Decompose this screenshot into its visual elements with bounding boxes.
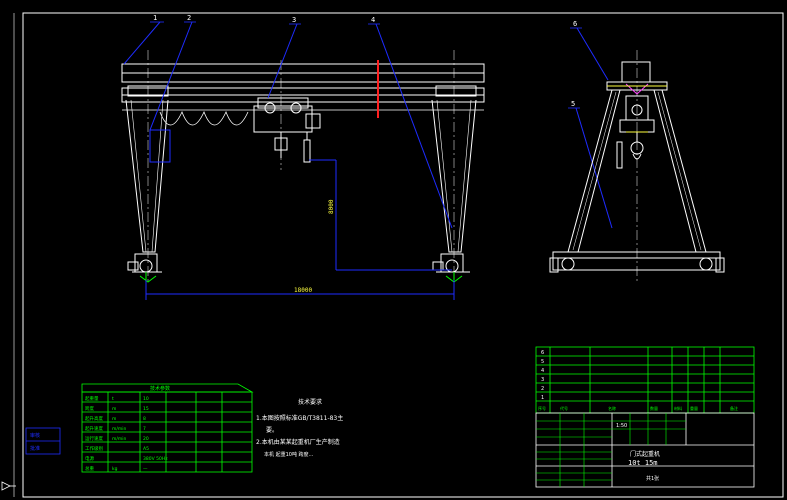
- spec-row-value: 380V 50Hz: [143, 456, 168, 462]
- spec-row-value: 10: [143, 396, 149, 402]
- parts-list-rows: 6 5 4 3 2 1 序号 代号 名称 数量 材料 重量 备注: [538, 350, 738, 411]
- spec-row-label: 起升速度: [85, 425, 103, 432]
- drawing-scale: 1:50: [616, 423, 627, 429]
- spec-row-unit: m: [112, 407, 116, 412]
- spec-row-label: 工作级别: [85, 445, 103, 452]
- drawing-spec: 10t 15m: [628, 459, 658, 467]
- spec-row-value: A5: [143, 446, 149, 452]
- note-2b: 本机 起重10吨 跨度...: [264, 451, 314, 458]
- parts-header-cell: 代号: [560, 405, 568, 411]
- parts-header-cell: 数量: [650, 405, 658, 411]
- note-2: 2.本机由某某起重机厂生产制造: [256, 438, 340, 446]
- parts-header-cell: 备注: [730, 405, 738, 411]
- centerlines: [147, 50, 638, 282]
- title-block: [535, 412, 755, 488]
- spec-row-value: —: [143, 467, 148, 472]
- parts-row-number: 2: [541, 386, 544, 392]
- balloon-numbers: 1 2 3 4 6 5: [153, 14, 577, 108]
- spec-row-label: 跨度: [85, 405, 94, 412]
- spec-row-label: 起升高度: [85, 415, 103, 422]
- parts-row-number: 1: [541, 395, 544, 401]
- spec-row-label: 电源: [85, 455, 94, 462]
- parts-row-number: 3: [541, 377, 544, 383]
- height-dimension-text: 8000: [328, 199, 335, 214]
- parts-header-cell: 材料: [674, 405, 682, 411]
- rail-markers: [139, 272, 463, 283]
- title-block-grid: [536, 413, 686, 487]
- stamp-review: 审核: [30, 432, 40, 439]
- parts-header-cell: 序号: [538, 405, 546, 411]
- spec-row-value: 15: [143, 406, 149, 412]
- balloon-5: 5: [571, 100, 575, 108]
- cad-drawing-canvas[interactable]: 1 2 3 4 6 5 8000 18000 技术参数 起重量 t 10跨度 m…: [0, 0, 787, 500]
- balloon-1: 1: [153, 14, 157, 22]
- spec-row-unit: m/min: [112, 436, 127, 442]
- balloon-6: 6: [573, 20, 577, 28]
- spec-table-title: 技术参数: [150, 385, 170, 392]
- spec-row-label: 起重量: [85, 395, 99, 402]
- parts-list: [535, 346, 755, 414]
- spec-row-unit: t: [112, 396, 114, 402]
- stamp-approve: 批准: [30, 445, 40, 452]
- spec-row-value: 8: [143, 416, 146, 422]
- note-1: 1.本图按照标准GB/T3811-83主: [256, 414, 343, 422]
- parts-row-number: 5: [541, 359, 544, 365]
- note-1b: 要。: [266, 427, 278, 434]
- spec-row-value: 20: [143, 436, 149, 442]
- drawing-sheet: 共1张: [646, 475, 659, 482]
- spec-table-rows: 起重量 t 10 跨度 m 15 起升高度 m 8 起升速度 m/min 7 运行速度 m/min 20 工作…: [85, 395, 168, 472]
- notes-title: 技术要求: [298, 398, 322, 406]
- balloon-3: 3: [292, 16, 296, 24]
- parts-row-number: 4: [541, 368, 544, 374]
- parts-header-cell: 重量: [690, 405, 698, 411]
- spec-row-value: 7: [143, 426, 146, 432]
- balloon-4: 4: [371, 16, 375, 24]
- drawing-name: 门式起重机: [630, 450, 660, 458]
- spec-row-label: 总重: [85, 465, 94, 472]
- spec-row-unit: kg: [112, 466, 118, 472]
- balloon-2: 2: [187, 14, 191, 22]
- parts-row-number: 6: [541, 350, 544, 356]
- parts-header-cell: 名称: [608, 405, 616, 411]
- spec-row-label: 运行速度: [85, 435, 103, 442]
- spec-row-unit: m/min: [112, 426, 127, 432]
- spec-row-unit: m: [112, 417, 116, 422]
- span-dimension-text: 18000: [294, 287, 312, 294]
